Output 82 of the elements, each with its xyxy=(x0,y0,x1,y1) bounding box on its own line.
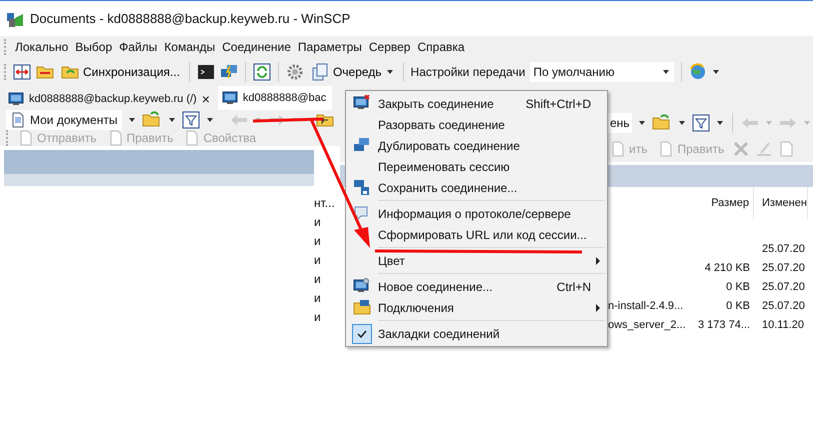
monitor-save-icon xyxy=(353,178,371,196)
column-header[interactable]: Изменен xyxy=(754,187,808,219)
caret-icon[interactable] xyxy=(206,117,214,123)
filter-icon[interactable] xyxy=(692,114,710,132)
file-type-text: нт... xyxy=(314,196,335,212)
session-tab[interactable]: kd0888888@bac xyxy=(218,86,332,110)
document-icon xyxy=(611,141,625,157)
table-cell: ows_server_2... xyxy=(608,318,686,330)
queue-button[interactable]: Очередь xyxy=(308,63,396,81)
file-type-text: и xyxy=(314,253,322,269)
file-type-text: и xyxy=(314,215,322,231)
table-cell-text: 25.07.20 xyxy=(761,262,805,274)
menu-item[interactable]: Переименовать сессию xyxy=(346,156,607,177)
documents-icon xyxy=(310,63,329,81)
table-cell-text: 25.07.20 xyxy=(761,280,805,292)
close-button[interactable]: × xyxy=(202,91,210,107)
menu-item[interactable]: Сформировать URL или код сессии... xyxy=(346,224,607,245)
caret-icon[interactable] xyxy=(638,120,646,126)
terminal-icon[interactable] xyxy=(196,63,215,81)
caret-icon[interactable] xyxy=(716,120,724,126)
table-cell-text: 3 173 74... xyxy=(697,318,751,330)
menu-item[interactable]: Команды xyxy=(164,40,216,54)
menu-item[interactable]: Закрыть соединение Shift+Ctrl+D xyxy=(346,93,607,114)
checkmark-icon xyxy=(357,330,367,338)
file-type-text: и xyxy=(314,234,322,250)
menu-item[interactable]: Дублировать соединение xyxy=(346,135,607,156)
menu-item[interactable]: Разорвать соединение xyxy=(346,114,607,135)
caret-icon[interactable] xyxy=(168,117,176,123)
table-cell-text: 25.07.20 xyxy=(761,300,805,312)
compare-icon[interactable] xyxy=(13,63,31,81)
menu-item[interactable]: Информация о протоколе/сервере xyxy=(346,203,607,224)
file-type-text: и xyxy=(314,272,322,288)
table-cell-text: 4 210 KB xyxy=(704,262,751,274)
table-cell-text: 10.11.20 xyxy=(761,318,804,330)
column-header[interactable]: Размер xyxy=(696,187,754,219)
window-title: Documents - kd0888888@backup.keyweb.ru - WinSCP xyxy=(30,11,350,26)
checkbox[interactable] xyxy=(352,324,372,344)
document-icon xyxy=(11,112,25,128)
open-folder-icon[interactable] xyxy=(652,114,672,132)
submenu-arrow-icon xyxy=(595,256,601,264)
table-cell-text: 0 KB xyxy=(725,280,751,292)
caret-icon[interactable] xyxy=(678,120,686,126)
menu-item[interactable]: Соединение xyxy=(222,40,291,54)
monitor-icon xyxy=(222,90,238,106)
menu-item[interactable]: Справка xyxy=(417,40,465,54)
shortcut-text: Shift+Ctrl+D xyxy=(526,96,591,110)
globe-sync-icon[interactable] xyxy=(689,63,708,81)
monitors-icon[interactable] xyxy=(220,63,238,81)
menu-item[interactable]: Локально xyxy=(15,40,68,54)
refresh-icon[interactable] xyxy=(252,63,271,81)
table-cell: n-install-2.4.9... xyxy=(608,300,684,312)
filter-icon[interactable] xyxy=(182,111,200,129)
submenu-arrow-icon xyxy=(595,304,601,312)
shortcut-text: Ctrl+N xyxy=(556,280,591,294)
file-type-text: и xyxy=(314,291,322,307)
menu-item[interactable]: Подключения xyxy=(346,297,607,318)
menu-item[interactable]: Новое соединение... Ctrl+N xyxy=(346,276,607,297)
transfer-settings-dropdown[interactable]: По умолчанию xyxy=(530,62,674,82)
menu-item[interactable]: Файлы xyxy=(119,40,158,54)
open-folder-icon[interactable] xyxy=(142,111,162,129)
menu-item[interactable]: Сервер xyxy=(368,40,410,54)
monitor-icon xyxy=(8,91,24,107)
file-type-text: и xyxy=(314,310,322,326)
caret-icon xyxy=(662,69,670,75)
menu-item[interactable]: Сохранить соединение... xyxy=(346,177,607,198)
caret-icon xyxy=(386,69,394,75)
transfer-settings-label: Настройки передачи xyxy=(410,65,526,79)
menu-item[interactable]: Закладки соединений xyxy=(346,323,607,344)
menu-item[interactable]: Параметры xyxy=(298,40,362,54)
menu-item[interactable]: Выбор xyxy=(75,40,112,54)
menu-item[interactable]: Цвет xyxy=(346,250,607,271)
folder-monitor-icon xyxy=(353,298,371,316)
annotation-underline xyxy=(252,118,324,122)
session-tab[interactable]: kd0888888@backup.keyweb.ru (/) × xyxy=(4,88,216,110)
path-dropdown[interactable]: ень xyxy=(608,113,632,133)
gear-icon[interactable] xyxy=(286,63,304,81)
table-cell-text: 25.07.20 xyxy=(761,242,805,254)
table-cell-text: 0 KB xyxy=(725,300,751,312)
document-icon xyxy=(659,141,674,157)
caret-icon[interactable] xyxy=(712,69,720,75)
caret-icon[interactable] xyxy=(128,117,136,123)
synchronize-button[interactable]: Синхронизация... xyxy=(59,63,182,81)
